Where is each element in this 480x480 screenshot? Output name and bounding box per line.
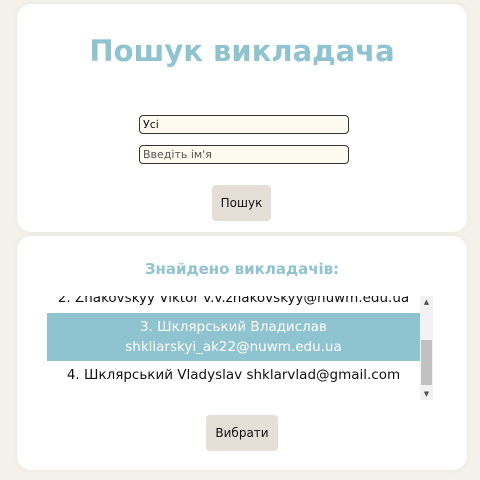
results-card: Знайдено викладачів: 2. Znakovskyy Vikto… <box>17 236 467 470</box>
list-item[interactable]: 2. Znakovskyy Viktor v.v.znakovskyy@nuwm… <box>47 296 420 308</box>
listbox-scrollbar[interactable]: ▲ ▼ <box>420 296 433 400</box>
page-title: Пошук викладача <box>89 34 395 68</box>
list-item-email: shkliarskyi_ak22@nuwm.edu.ua <box>125 339 342 355</box>
list-item[interactable]: 4. Шклярський Vladyslav shklarvlad@gmail… <box>47 365 420 385</box>
choose-button[interactable]: Вибрати <box>206 415 278 451</box>
scroll-down-arrow-icon[interactable]: ▼ <box>420 388 433 400</box>
scroll-up-arrow-icon[interactable]: ▲ <box>420 296 433 308</box>
name-input[interactable]: Введіть ім'я <box>139 145 349 164</box>
search-button[interactable]: Пошук <box>212 185 271 221</box>
scrollbar-thumb[interactable] <box>421 340 432 385</box>
list-item-selected[interactable]: 3. Шклярський Владислав shkliarskyi_ak22… <box>47 313 420 361</box>
listbox-items: 2. Znakovskyy Viktor v.v.znakovskyy@nuwm… <box>47 296 420 400</box>
department-select[interactable]: Усі <box>139 115 349 134</box>
results-title: Знайдено викладачів: <box>144 260 340 278</box>
teacher-listbox[interactable]: 2. Znakovskyy Viktor v.v.znakovskyy@nuwm… <box>47 296 447 400</box>
search-card: Пошук викладача Усі Введіть ім'я Пошук <box>17 4 467 232</box>
list-item-name: 3. Шклярський Владислав <box>139 319 327 335</box>
